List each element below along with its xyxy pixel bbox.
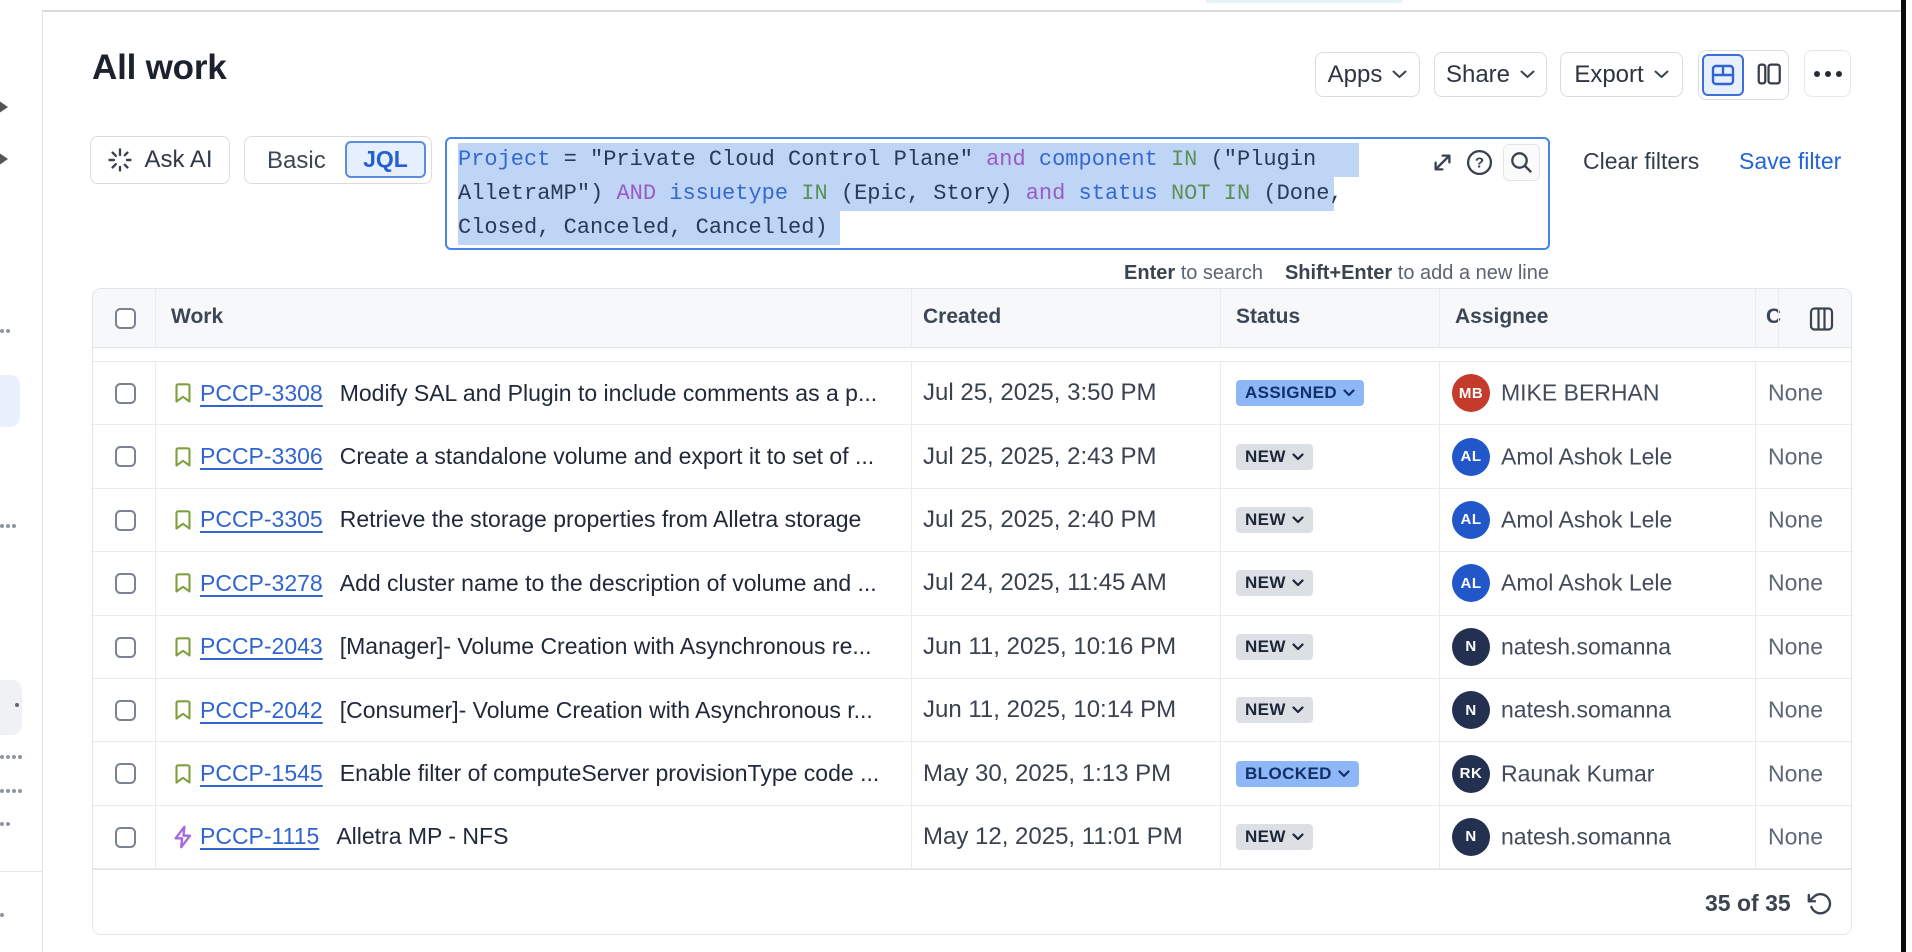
svg-text:?: ?: [1475, 154, 1484, 171]
